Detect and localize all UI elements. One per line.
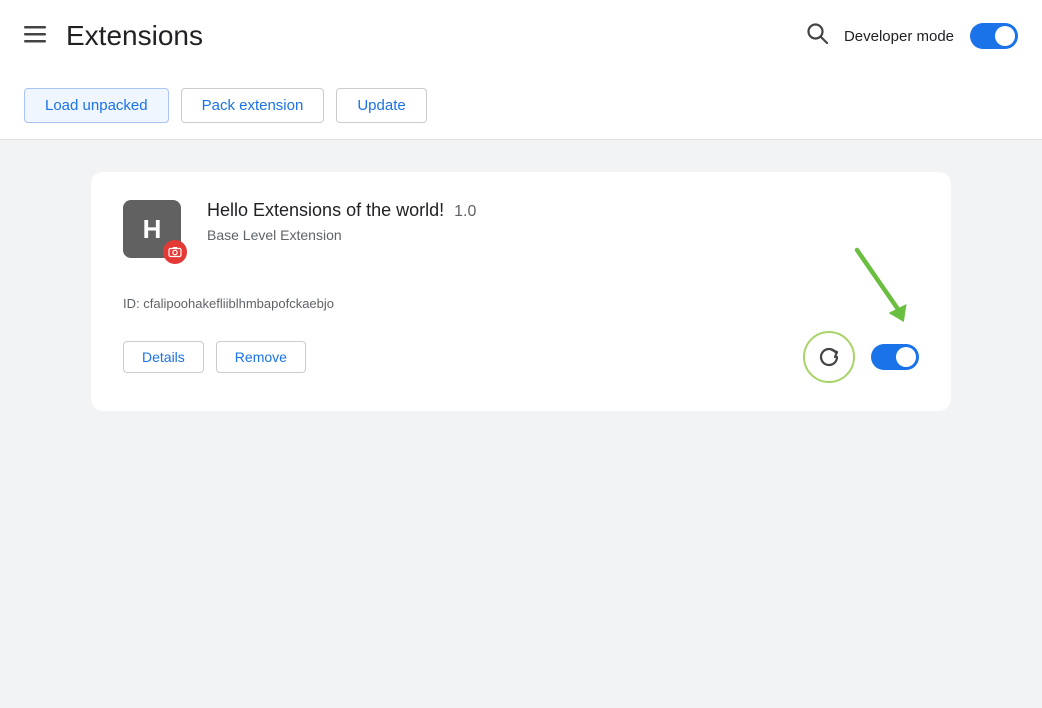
extension-card: H Hello Extensions of the world! bbox=[91, 172, 951, 411]
extension-icon-badge bbox=[163, 240, 187, 264]
toolbar: Load unpacked Pack extension Update bbox=[0, 72, 1042, 139]
remove-button[interactable]: Remove bbox=[216, 341, 306, 373]
page-title: Extensions bbox=[66, 20, 806, 52]
developer-mode-label: Developer mode bbox=[844, 28, 954, 45]
reload-button-wrapper bbox=[803, 331, 855, 383]
details-button[interactable]: Details bbox=[123, 341, 204, 373]
header: Extensions Developer mode bbox=[0, 0, 1042, 72]
extension-version: 1.0 bbox=[454, 203, 476, 221]
header-right: Developer mode bbox=[806, 22, 1018, 50]
pack-extension-button[interactable]: Pack extension bbox=[181, 88, 325, 123]
main-content: H Hello Extensions of the world! bbox=[0, 140, 1042, 708]
extension-toggle[interactable] bbox=[871, 344, 919, 370]
card-top: H Hello Extensions of the world! bbox=[123, 200, 919, 264]
card-bottom: Details Remove bbox=[123, 331, 919, 383]
extension-description: Base Level Extension bbox=[207, 227, 919, 243]
load-unpacked-button[interactable]: Load unpacked bbox=[24, 88, 169, 123]
page: Extensions Developer mode Load unpacked … bbox=[0, 0, 1042, 708]
reload-button[interactable] bbox=[803, 331, 855, 383]
update-button[interactable]: Update bbox=[336, 88, 426, 123]
developer-mode-toggle[interactable] bbox=[970, 23, 1018, 49]
extension-id: ID: cfalipoohakefliiblhmbapofckaebjo bbox=[123, 296, 919, 311]
menu-icon[interactable] bbox=[24, 23, 46, 49]
extension-icon-wrapper: H bbox=[123, 200, 187, 264]
search-icon[interactable] bbox=[806, 22, 828, 50]
extension-name-row: Hello Extensions of the world! 1.0 bbox=[207, 200, 919, 221]
extension-info: Hello Extensions of the world! 1.0 Base … bbox=[207, 200, 919, 243]
card-actions-right bbox=[803, 331, 919, 383]
extension-name: Hello Extensions of the world! bbox=[207, 200, 444, 221]
